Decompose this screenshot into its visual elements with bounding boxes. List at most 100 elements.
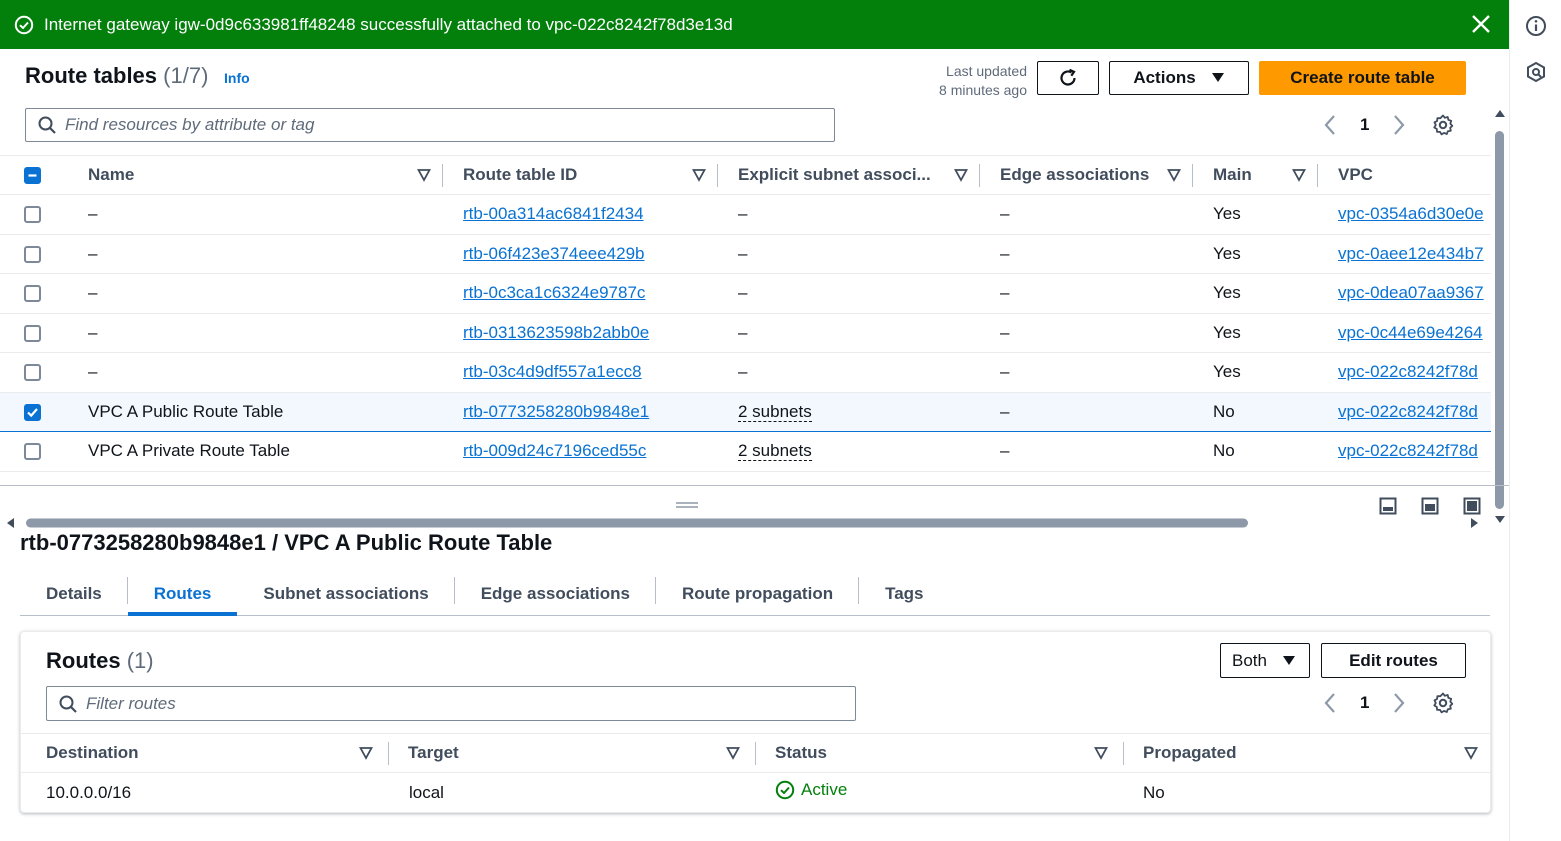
- route-table-id-link[interactable]: rtb-06f423e374eee429b: [463, 244, 645, 263]
- search-icon: [59, 695, 77, 713]
- success-flash-banner: Internet gateway igw-0d9c633981ff48248 s…: [0, 0, 1511, 49]
- route-status: Active: [775, 780, 847, 800]
- table-row[interactable]: – rtb-00a314ac6841f2434– – Yes vpc-0354a6d30…: [0, 194, 1491, 235]
- row-checkbox[interactable]: [24, 443, 41, 461]
- vpc-id-link[interactable]: vpc-0aee12e434b7: [1338, 244, 1484, 263]
- subnet-associations: –: [738, 243, 748, 263]
- main-flag: Yes: [1193, 313, 1318, 353]
- vpc-id-link[interactable]: vpc-022c8242f78d: [1338, 362, 1478, 381]
- view-full-panel-icon[interactable]: [1463, 497, 1481, 515]
- main-flag: Yes: [1193, 273, 1318, 314]
- next-page-icon[interactable]: [1391, 113, 1407, 137]
- row-checkbox[interactable]: [24, 206, 41, 224]
- subnet-associations[interactable]: 2 subnets: [738, 401, 812, 422]
- edit-routes-button[interactable]: Edit routes: [1321, 643, 1466, 678]
- row-checkbox[interactable]: [24, 245, 41, 263]
- next-page-icon[interactable]: [1391, 691, 1407, 715]
- vpc-id-link[interactable]: vpc-022c8242f78d: [1338, 441, 1478, 460]
- routes-table: Destination Target Status Propagated 10.…: [21, 733, 1490, 812]
- horizontal-scrollbar[interactable]: [4, 515, 1488, 529]
- tab-tags[interactable]: Tags: [859, 573, 949, 615]
- column-target[interactable]: Target: [389, 733, 756, 773]
- table-row[interactable]: – rtb-06f423e374eee429b – – Yes vpc-0aee12e43…: [0, 234, 1491, 274]
- route-row: 10.0.0.0/16 local Active No: [21, 773, 1490, 813]
- resource-search-input[interactable]: Find resources by attribute or tag: [25, 108, 835, 142]
- column-explicit-subnet[interactable]: Explicit subnet associ...: [718, 155, 980, 195]
- sort-icon: [1292, 169, 1306, 182]
- feedback-icon[interactable]: [1525, 61, 1547, 83]
- table-row[interactable]: VPC A Public Route Table rtb-0773258280b9…: [0, 391, 1491, 432]
- view-bottom-panel-icon[interactable]: [1379, 497, 1397, 515]
- preferences-gear-icon[interactable]: [1431, 113, 1455, 137]
- column-main[interactable]: Main: [1193, 155, 1318, 195]
- vpc-id-link[interactable]: vpc-022c8242f78d: [1338, 402, 1478, 421]
- vertical-scrollbar[interactable]: [1493, 105, 1507, 529]
- routes-pagination: 1: [1322, 691, 1455, 715]
- edge-associations: –: [980, 234, 1193, 274]
- page-number[interactable]: 1: [1360, 693, 1369, 713]
- table-row[interactable]: VPC A Private Route Table rtb-009d24c7196…: [0, 431, 1491, 472]
- tab-routes[interactable]: Routes: [127, 573, 238, 616]
- refresh-icon: [1060, 68, 1076, 86]
- subnet-associations[interactable]: 2 subnets: [738, 441, 812, 462]
- details-tabs: Details Routes Subnet associations Edge …: [20, 573, 1490, 616]
- route-table-id-link[interactable]: rtb-00a314ac6841f2434: [463, 204, 644, 223]
- last-updated: Last updated 8 minutes ago: [939, 63, 1027, 98]
- subnet-associations: –: [738, 204, 748, 224]
- subnet-associations: –: [738, 283, 748, 303]
- sort-icon: [1094, 747, 1108, 760]
- route-table-id-link[interactable]: rtb-009d24c7196ced55c: [463, 441, 646, 460]
- column-route-table-id[interactable]: Route table ID: [443, 155, 718, 195]
- status-success-icon: [775, 780, 795, 800]
- route-table-id-link[interactable]: rtb-0313623598b2abb0e: [463, 323, 649, 342]
- column-edge-associations[interactable]: Edge associations: [980, 155, 1193, 195]
- info-link[interactable]: Info: [224, 70, 250, 86]
- success-check-icon: [14, 15, 34, 34]
- row-name: –: [68, 313, 443, 353]
- table-row[interactable]: – rtb-0313623598b2abb0e – – Yes vpc-0c44e69e4…: [0, 313, 1491, 353]
- sort-icon: [692, 169, 706, 182]
- previous-page-icon[interactable]: [1322, 113, 1338, 137]
- row-checkbox[interactable]: [24, 324, 41, 342]
- page-title: Route tables (1/7): [25, 63, 209, 88]
- column-propagated[interactable]: Propagated: [1124, 733, 1490, 773]
- tab-edge-associations[interactable]: Edge associations: [455, 573, 656, 615]
- drag-handle-icon[interactable]: [676, 501, 698, 509]
- route-table-id-link[interactable]: rtb-03c4d9df557a1ecc8: [463, 362, 642, 381]
- actions-dropdown[interactable]: Actions: [1109, 61, 1249, 95]
- tab-details[interactable]: Details: [20, 573, 128, 615]
- view-split-panel-icon[interactable]: [1421, 497, 1439, 515]
- route-destination: 10.0.0.0/16: [46, 782, 132, 802]
- table-row[interactable]: – rtb-0c3ca1c6324e9787c – – Yes vpc-0dea07aa9…: [0, 273, 1491, 314]
- preferences-gear-icon[interactable]: [1431, 691, 1455, 715]
- filter-routes-input[interactable]: Filter routes: [46, 686, 856, 721]
- sort-icon: [1167, 169, 1181, 182]
- row-checkbox[interactable]: [24, 364, 41, 382]
- dismiss-flash-icon[interactable]: [1469, 12, 1493, 36]
- vpc-id-link[interactable]: vpc-0dea07aa9367: [1338, 283, 1484, 302]
- route-tables-table: Name Route table ID Explicit subnet asso…: [0, 155, 1491, 472]
- route-table-id-link[interactable]: rtb-0773258280b9848e1: [463, 402, 649, 421]
- table-row[interactable]: – rtb-03c4d9df557a1ecc8– – Yes vpc-022c8242f…: [0, 352, 1491, 393]
- tab-route-propagation[interactable]: Route propagation: [656, 573, 860, 615]
- vpc-id-link[interactable]: vpc-0354a6d30e0e: [1338, 204, 1484, 223]
- info-panel-icon[interactable]: [1525, 15, 1547, 37]
- row-name: VPC A Private Route Table: [68, 431, 443, 472]
- row-checkbox[interactable]: [24, 403, 41, 421]
- column-destination[interactable]: Destination: [21, 733, 389, 773]
- vpc-id-link[interactable]: vpc-0c44e69e4264: [1338, 323, 1483, 342]
- column-vpc[interactable]: VPC: [1318, 155, 1491, 195]
- previous-page-icon[interactable]: [1322, 691, 1338, 715]
- route-table-id-link[interactable]: rtb-0c3ca1c6324e9787c: [463, 283, 645, 302]
- route-filter-dropdown[interactable]: Both: [1220, 643, 1310, 678]
- column-name[interactable]: Name: [68, 155, 443, 195]
- selection-count: (1/7): [163, 63, 209, 88]
- select-all-checkbox[interactable]: [24, 167, 41, 185]
- refresh-button[interactable]: [1037, 61, 1099, 95]
- main-flag: Yes: [1193, 234, 1318, 274]
- create-route-table-button[interactable]: Create route table: [1259, 61, 1466, 95]
- page-number[interactable]: 1: [1360, 115, 1369, 135]
- column-status[interactable]: Status: [756, 733, 1124, 773]
- tab-subnet-associations[interactable]: Subnet associations: [237, 573, 455, 615]
- row-checkbox[interactable]: [24, 285, 41, 303]
